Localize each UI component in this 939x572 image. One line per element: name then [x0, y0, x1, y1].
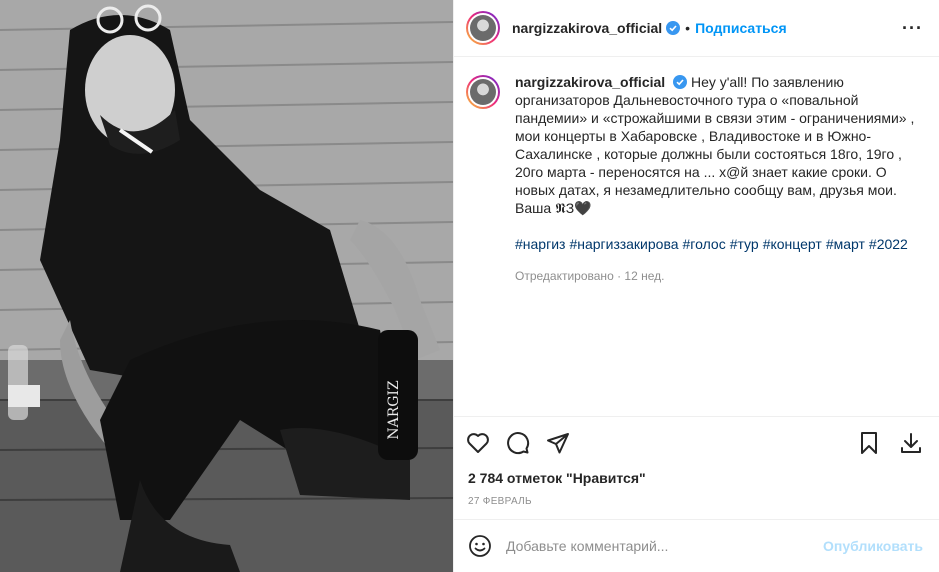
comment-input[interactable]: [506, 538, 824, 554]
caption-username[interactable]: nargizzakirova_official: [515, 74, 665, 90]
separator-dot: •: [685, 20, 691, 36]
author-avatar[interactable]: [466, 11, 500, 45]
comment-icon[interactable]: [506, 423, 546, 463]
share-icon[interactable]: [546, 423, 586, 463]
hashtag-link[interactable]: #тур: [730, 236, 759, 252]
hashtag-link[interactable]: #2022: [869, 236, 908, 252]
hashtag-list: #наргиз #наргиззакирова #голос #тур #концерт…: [515, 235, 923, 253]
action-bar: [454, 416, 939, 468]
hashtag-link[interactable]: #голос: [683, 236, 726, 252]
save-bookmark-icon[interactable]: [859, 423, 899, 463]
follow-button[interactable]: Подписаться: [695, 20, 787, 36]
post-details: nargizzakirova_official • Подписаться ··…: [453, 0, 939, 572]
author-username[interactable]: nargizzakirova_official: [512, 20, 662, 36]
post-photo[interactable]: NARGIZ: [0, 0, 453, 572]
post-photo-illustration: NARGIZ: [0, 0, 453, 572]
bottle-label: NARGIZ: [386, 380, 402, 440]
post-date[interactable]: 27 ФЕВРАЛЬ: [454, 486, 939, 507]
hashtag-link[interactable]: #концерт: [763, 236, 822, 252]
emoji-icon[interactable]: [468, 534, 492, 558]
publish-button[interactable]: Опубликовать: [823, 538, 923, 554]
more-options-icon[interactable]: ···: [902, 18, 923, 39]
hashtag-link[interactable]: #наргиз: [515, 236, 565, 252]
hashtag-link[interactable]: #март: [826, 236, 865, 252]
comment-composer: Опубликовать: [454, 519, 939, 572]
instagram-post-modal: NARGIZ nargizzakirova_official • Подписа…: [0, 0, 939, 572]
download-icon[interactable]: [899, 423, 927, 463]
caption-section: nargizzakirova_official Hey y'all! По за…: [454, 57, 939, 416]
verified-badge-icon: [666, 21, 681, 35]
post-header: nargizzakirova_official • Подписаться ··…: [454, 0, 939, 57]
likes-count[interactable]: 2 784 отметок "Нравится": [454, 468, 939, 486]
caption-text: Hey y'all! По заявлению организаторов Да…: [515, 74, 915, 216]
hashtag-link[interactable]: #наргиззакирова: [569, 236, 678, 252]
caption-avatar[interactable]: [466, 75, 500, 109]
caption-verified-badge-icon: [673, 75, 688, 89]
like-icon[interactable]: [466, 423, 506, 463]
caption-meta: Отредактировано · 12 нед.: [515, 269, 665, 283]
